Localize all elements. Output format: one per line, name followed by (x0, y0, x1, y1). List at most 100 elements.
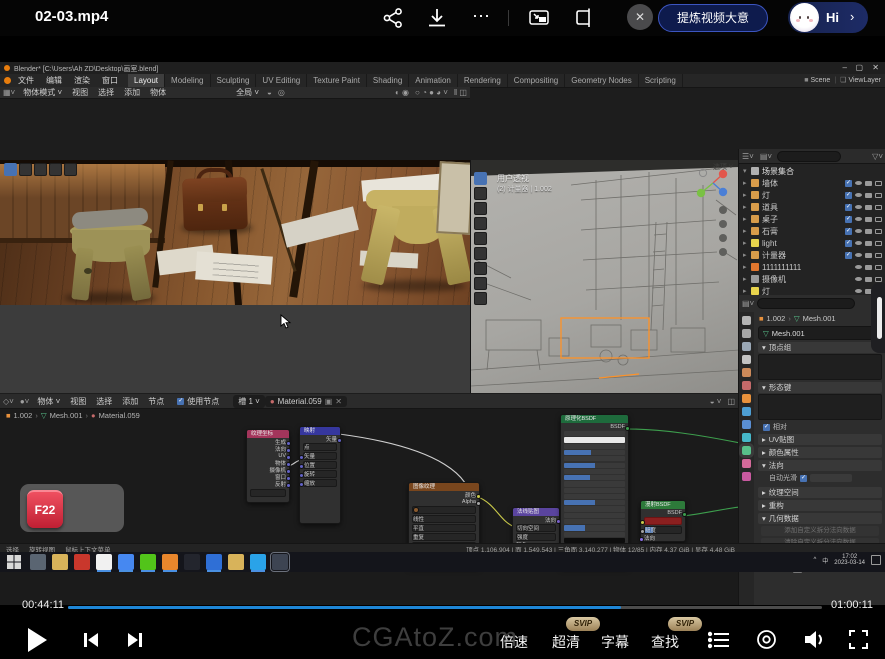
pause-icon[interactable]: ‖ ◫ (451, 88, 470, 97)
node-input-row[interactable]: 旋转 (303, 470, 337, 478)
viewport-menu-item[interactable]: 物体 (145, 87, 171, 98)
vertex-groups-list[interactable] (758, 354, 882, 380)
properties-tab-icon[interactable] (742, 329, 751, 338)
bsdf-input-row[interactable] (564, 500, 625, 505)
workspace-tab[interactable]: Rendering (458, 74, 508, 87)
shading-mode-icons[interactable]: ○ ◔ ● ◕ ˅ (412, 88, 451, 97)
shape-keys-list[interactable] (758, 394, 882, 420)
outliner-row[interactable]: ▸桌子✓ (739, 213, 885, 225)
node-normal-map[interactable]: 法线贴图 法向 切向空间 强度 颜色 (512, 507, 560, 547)
include-checkbox[interactable]: ✓ (845, 240, 852, 247)
window-close-icon[interactable]: ✕ (872, 63, 879, 72)
node-input-row[interactable]: 点 (303, 443, 337, 451)
render-camera-icon[interactable] (865, 277, 872, 282)
side-panel-handle[interactable] (871, 283, 885, 353)
bsdf-input-row[interactable] (564, 519, 625, 524)
snap-magnet-icon[interactable]: ◒ (264, 88, 275, 97)
fullscreen-icon[interactable] (849, 630, 868, 649)
outliner-row[interactable]: ▸灯✓ (739, 189, 885, 201)
properties-tab-icon[interactable] (742, 394, 751, 403)
node-dropdown-row[interactable]: 线性 (412, 515, 476, 523)
node-input-row[interactable]: 缩放 (303, 479, 337, 487)
outliner-type-icon[interactable]: ☰˅ (739, 152, 757, 161)
viewport-menu-item[interactable]: 选择 (93, 87, 119, 98)
select-mode-buttons[interactable] (4, 163, 79, 176)
visibility-eye-icon[interactable] (855, 265, 862, 269)
viewport-menu-item[interactable]: 视图 (67, 87, 93, 98)
properties-tab-icon[interactable] (742, 459, 751, 468)
workspace-tab[interactable]: Layout (128, 74, 165, 87)
scene-selector[interactable]: Scene (810, 74, 830, 87)
material-slot-dropdown[interactable]: 槽 1 ˅ (233, 395, 265, 408)
app-icon[interactable] (228, 554, 244, 570)
filter-icon[interactable]: ▽˅ (869, 152, 885, 161)
output-socket[interactable] (286, 483, 291, 488)
visibility-eye-icon[interactable] (855, 181, 862, 185)
minimize-icon[interactable]: – (843, 63, 847, 72)
properties-tab-icon[interactable] (742, 420, 751, 429)
properties-tab-icon[interactable] (742, 355, 751, 364)
properties-tab-icon[interactable] (742, 368, 751, 377)
properties-tab-icon[interactable] (742, 342, 751, 351)
bsdf-input-row[interactable] (564, 532, 625, 537)
app-icon[interactable] (272, 554, 288, 570)
orientation-dropdown[interactable]: 全局 ˅ (231, 87, 264, 98)
app-icon[interactable] (96, 554, 112, 570)
viewport-display-icon[interactable] (875, 181, 882, 186)
properties-tab-icon[interactable] (742, 433, 751, 442)
render-camera-icon[interactable] (865, 241, 872, 246)
camera-passepartout[interactable] (0, 305, 470, 393)
record-settings-icon[interactable] (756, 629, 777, 650)
app-icon[interactable] (52, 554, 68, 570)
section-shape-keys[interactable]: ▾形态键 (758, 382, 882, 393)
wireframe-viewport[interactable]: 用户透视 (2) 计量器 | 1.002 选项 ˅ (470, 160, 739, 393)
tray-expand-icon[interactable]: ^ (813, 557, 816, 563)
outliner-row[interactable]: ▸1111111111 (739, 261, 885, 273)
app-icon[interactable] (184, 554, 200, 570)
node-diffuse-bsdf[interactable]: 漫射BSDF BSDF 糙度 法向 (640, 500, 686, 542)
quality-button[interactable]: 超清 (552, 632, 580, 652)
render-camera-icon[interactable] (865, 217, 872, 222)
properties-filter-icon[interactable]: ▤˅ (739, 299, 757, 308)
snapping-icon[interactable]: ◒ ˅ (707, 397, 725, 406)
visibility-eye-icon[interactable] (855, 289, 862, 293)
output-socket[interactable] (286, 441, 291, 446)
blender-app-icon[interactable] (4, 77, 11, 84)
next-button[interactable] (126, 631, 144, 649)
workspace-tab[interactable]: Texture Paint (307, 74, 367, 87)
bsdf-input-row[interactable] (564, 525, 625, 530)
proportional-edit-icon[interactable]: ◎ (275, 88, 288, 97)
workspace-tab[interactable]: Shading (367, 74, 409, 87)
visibility-eye-icon[interactable] (855, 193, 862, 197)
tool-button[interactable] (474, 247, 487, 260)
node-menu-item[interactable]: 视图 (65, 396, 91, 407)
viewport-display-icon[interactable] (875, 205, 882, 210)
system-tray[interactable]: ^ 中 17:02 2023-03-14 (813, 554, 881, 566)
include-checkbox[interactable]: ✓ (845, 228, 852, 235)
node-texture-coordinate[interactable]: 纹理坐标 生成法向UV物体摄像机窗口反射 (246, 429, 290, 503)
tool-button[interactable] (474, 202, 487, 215)
input-socket[interactable] (299, 482, 304, 487)
menu-item[interactable]: 窗口 (96, 74, 124, 87)
workspace-tab[interactable]: Modeling (165, 74, 210, 87)
relative-checkbox-row[interactable]: ✓相对 (755, 420, 885, 432)
viewlayer-selector[interactable]: ViewLayer (848, 74, 881, 87)
mode-dropdown[interactable]: 物体模式 ˅ (18, 87, 67, 98)
section-normals[interactable]: ▾法向 (758, 460, 882, 471)
output-socket[interactable] (286, 455, 291, 460)
section-geometry-data[interactable]: ▾几何数据 (758, 513, 882, 524)
viewport-display-icon[interactable] (875, 253, 882, 258)
output-socket[interactable] (286, 476, 291, 481)
workspace-tab[interactable]: Geometry Nodes (565, 74, 638, 87)
section-color-attributes[interactable]: ▸颜色属性 (758, 447, 882, 458)
input-socket[interactable] (299, 473, 304, 478)
menu-item[interactable]: 文件 (12, 74, 40, 87)
search-in-video-button[interactable]: 查找 (651, 632, 679, 652)
bsdf-input-row[interactable] (564, 463, 625, 468)
playback-speed-button[interactable]: 倍速 (500, 632, 528, 652)
outliner-search-input[interactable] (777, 151, 841, 162)
outliner-row[interactable]: ▸摄像机 (739, 273, 885, 285)
node-menu-item[interactable]: 节点 (143, 396, 169, 407)
output-socket[interactable] (286, 448, 291, 453)
app-icon[interactable] (250, 554, 266, 570)
